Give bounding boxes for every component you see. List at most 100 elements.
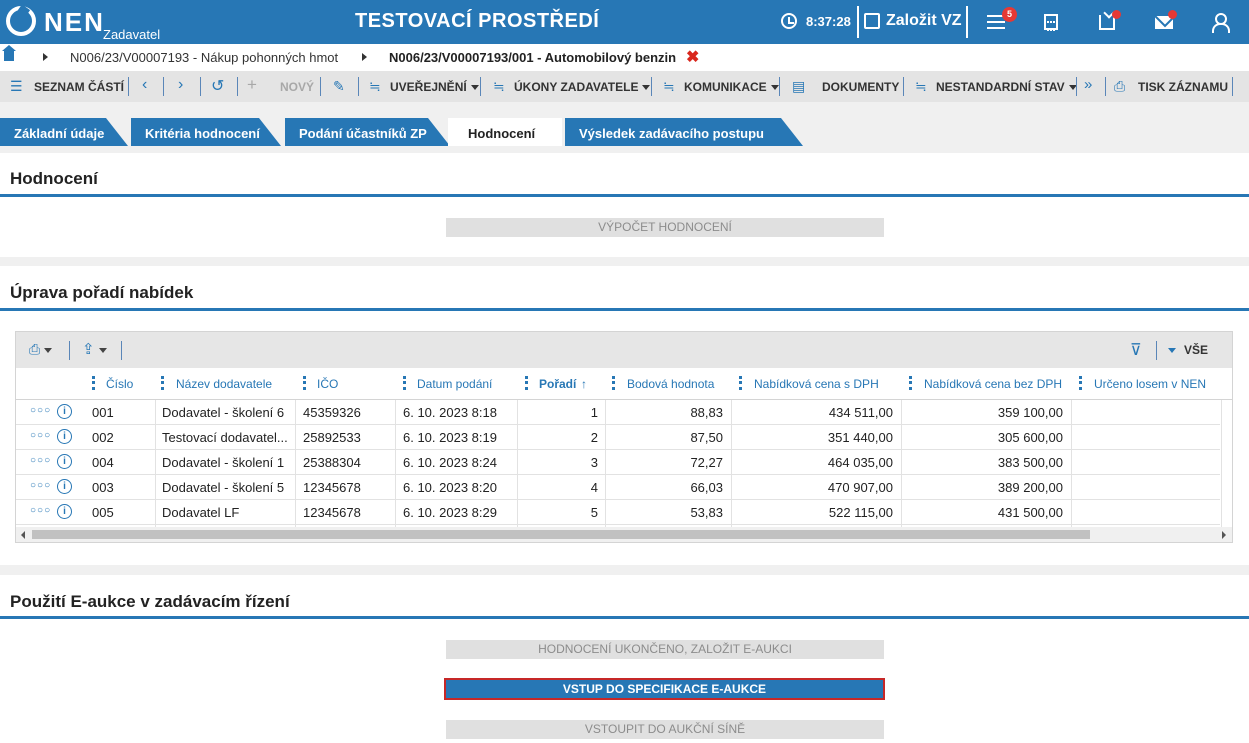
chevron-down-icon [770, 85, 779, 91]
column-menu-icon[interactable] [612, 376, 615, 390]
tab-criteria[interactable]: Kritéria hodnocení [131, 118, 281, 146]
column-menu-icon[interactable] [303, 376, 306, 390]
filter-icon[interactable]: ⊽ [1130, 340, 1142, 360]
col-header-ico[interactable]: IČO [317, 377, 338, 391]
info-icon[interactable]: i [57, 429, 72, 444]
col-header-date[interactable]: Datum podání [417, 377, 492, 391]
publish-label: UVEŘEJNĚNÍ [390, 80, 467, 94]
chevron-left-icon[interactable]: ‹ [142, 76, 147, 94]
row-actions-icon[interactable]: ○○○ [30, 405, 51, 416]
tab-evaluation[interactable]: Hodnocení [448, 118, 562, 146]
chevron-right-icon[interactable]: › [178, 76, 183, 94]
compute-evaluation-button[interactable]: VÝPOČET HODNOCENÍ [446, 218, 884, 237]
divider [1105, 77, 1106, 96]
divider [163, 77, 164, 96]
column-menu-icon[interactable] [403, 376, 406, 390]
tab-submissions[interactable]: Podání účastníků ZP [285, 118, 450, 146]
home-icon[interactable] [2, 45, 16, 61]
section-title: Použití E-aukce v zadávacím řízení [10, 592, 290, 611]
inbox-alert-dot [1112, 10, 1121, 19]
edit-icon[interactable] [864, 13, 880, 29]
mail-alert-dot [1168, 10, 1177, 19]
double-chevron-right-icon[interactable]: » [1084, 76, 1092, 93]
cell-price-vat: 464 035,00 [827, 455, 893, 470]
table-row[interactable]: ○○○ i 005 Dodavatel LF 12345678 6. 10. 2… [16, 500, 1220, 525]
tab-result[interactable]: Výsledek zadávacího postupu [565, 118, 803, 146]
divider [320, 77, 321, 96]
table-row[interactable]: ○○○ i 003 Dodavatel - školení 5 12345678… [16, 475, 1220, 500]
actions-menu[interactable]: ÚKONY ZADAVATELE [514, 80, 651, 94]
cell-number: 005 [92, 505, 114, 520]
eauction-panel: Použití E-aukce v zadávacím řízení HODNO… [0, 575, 1249, 743]
info-icon[interactable]: i [57, 404, 72, 419]
refresh-icon[interactable]: ↺ [211, 76, 224, 96]
print-grid-icon[interactable]: ⎙ [29, 341, 53, 358]
cell-rank: 1 [590, 405, 598, 420]
cell-price-novat: 389 200,00 [997, 480, 1063, 495]
toolbar: ☰ SEZNAM ČÁSTÍ ‹ › ↺ + NOVÝ ✎ ≒ UVEŘEJNĚ… [0, 71, 1249, 102]
scroll-left-icon[interactable] [21, 531, 25, 539]
nonstandard-menu[interactable]: NESTANDARDNÍ STAV [936, 80, 1077, 94]
cell-price-novat: 359 100,00 [997, 405, 1063, 420]
print-record-button[interactable]: TISK ZÁZNAMU [1138, 80, 1228, 94]
publish-menu[interactable]: UVEŘEJNĚNÍ [390, 80, 479, 94]
tab-basic-info[interactable]: Základní údaje [0, 118, 128, 146]
cell-price-vat: 522 115,00 [828, 505, 893, 520]
pencil-icon[interactable]: ✎ [333, 78, 345, 95]
filter-all-label: VŠE [1184, 343, 1209, 357]
breadcrumb: N006/23/V00007193 - Nákup pohonných hmot… [0, 44, 1249, 71]
divider [779, 77, 780, 96]
parts-list-button[interactable]: SEZNAM ČÁSTÍ [34, 80, 124, 94]
communication-menu[interactable]: KOMUNIKACE [684, 80, 779, 94]
export-icon[interactable]: ⇪ [82, 340, 107, 358]
col-header-rank[interactable]: Pořadí [539, 377, 576, 391]
col-header-supplier[interactable]: Název dodavatele [176, 377, 272, 391]
cell-price-novat: 305 600,00 [997, 430, 1063, 445]
column-menu-icon[interactable] [92, 376, 95, 390]
documents-button[interactable]: DOKUMENTY [822, 80, 899, 94]
column-menu-icon[interactable] [909, 376, 912, 390]
column-menu-icon[interactable] [161, 376, 164, 390]
row-actions-icon[interactable]: ○○○ [30, 480, 51, 491]
nen-logo-icon[interactable] [6, 6, 36, 36]
nonstandard-icon: ≒ [915, 78, 927, 94]
info-icon[interactable]: i [57, 454, 72, 469]
divider [480, 77, 481, 96]
row-actions-icon[interactable]: ○○○ [30, 430, 51, 441]
info-icon[interactable]: i [57, 479, 72, 494]
table-row[interactable]: ○○○ i 002 Testovací dodavatel... 2589253… [16, 425, 1220, 450]
create-tender-button[interactable]: Založit VZ [886, 12, 962, 30]
auction-hall-button[interactable]: VSTOUPIT DO AUKČNÍ SÍNĚ [446, 720, 884, 739]
column-menu-icon[interactable] [739, 376, 742, 390]
row-actions-icon[interactable]: ○○○ [30, 505, 51, 516]
info-icon[interactable]: i [57, 504, 72, 519]
table-row[interactable]: ○○○ i 004 Dodavatel - školení 1 25388304… [16, 450, 1220, 475]
breadcrumb-item-part[interactable]: N006/23/V00007193/001 - Automobilový ben… [389, 50, 676, 65]
actions-label: ÚKONY ZADAVATELE [514, 80, 639, 94]
horizontal-scrollbar[interactable] [16, 527, 1232, 542]
calculator-icon[interactable] [1044, 14, 1058, 31]
column-menu-icon[interactable] [525, 376, 528, 390]
scroll-right-icon[interactable] [1222, 531, 1226, 539]
row-actions-icon[interactable]: ○○○ [30, 455, 51, 466]
cell-price-novat: 431 500,00 [997, 505, 1063, 520]
divider [857, 6, 859, 38]
section-title: Úprava pořadí nabídek [10, 283, 194, 302]
cell-ico: 25388304 [303, 455, 361, 470]
cell-number: 002 [92, 430, 114, 445]
eauction-spec-button[interactable]: VSTUP DO SPECIFIKACE E-AUKCE [444, 678, 885, 700]
filter-all-select[interactable]: VŠE [1168, 343, 1208, 357]
col-header-price-novat[interactable]: Nabídková cena bez DPH [924, 377, 1062, 391]
finish-evaluation-button[interactable]: HODNOCENÍ UKONČENO, ZALOŽIT E-AUKCI [446, 640, 884, 659]
user-icon[interactable] [1212, 13, 1230, 33]
col-header-number[interactable]: Číslo [106, 377, 133, 391]
column-menu-icon[interactable] [1079, 376, 1082, 390]
col-header-price-vat[interactable]: Nabídková cena s DPH [754, 377, 879, 391]
scrollbar-thumb[interactable] [32, 530, 1090, 539]
col-header-lottery[interactable]: Určeno losem v NEN [1094, 377, 1206, 391]
col-header-score[interactable]: Bodová hodnota [627, 377, 714, 391]
close-icon[interactable]: ✖ [686, 47, 699, 67]
new-button[interactable]: NOVÝ [280, 80, 314, 94]
table-row[interactable]: ○○○ i 001 Dodavatel - školení 6 45359326… [16, 400, 1220, 425]
breadcrumb-item-tender[interactable]: N006/23/V00007193 - Nákup pohonných hmot [70, 50, 338, 65]
